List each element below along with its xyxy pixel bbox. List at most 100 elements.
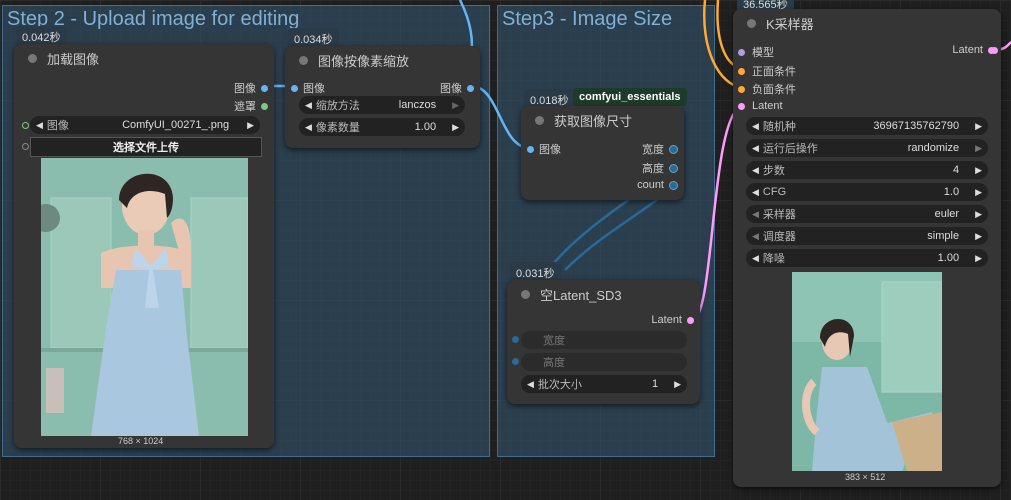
node-collapse-dot[interactable] (521, 289, 530, 299)
upload-file-button[interactable]: 选择文件上传 (30, 137, 262, 157)
height-output-port[interactable] (669, 163, 678, 173)
load-image-output-mask[interactable]: 遮罩 (234, 98, 268, 114)
next-arrow-icon[interactable]: ▶ (975, 143, 982, 154)
prev-arrow-icon[interactable]: ◀ (36, 120, 43, 131)
image-output-port[interactable] (467, 84, 474, 92)
input-positive-label: 正面条件 (752, 66, 796, 78)
positive-input-port[interactable] (738, 67, 745, 75)
pixel-count-widget[interactable]: ◀ 像素数量 1.00 ▶ (299, 118, 465, 136)
prev-arrow-icon[interactable]: ◀ (752, 209, 759, 220)
increment-arrow-icon[interactable]: ▶ (975, 165, 982, 176)
upload-input-port[interactable] (22, 143, 29, 150)
node-collapse-dot[interactable] (28, 53, 37, 63)
scale-method-value: lanczos (398, 99, 437, 111)
latent-input-port[interactable] (738, 102, 745, 110)
prev-arrow-icon[interactable]: ◀ (752, 143, 759, 154)
width-output-port[interactable] (669, 144, 678, 154)
output-mask-label: 遮罩 (234, 101, 256, 113)
model-input-port[interactable] (738, 48, 745, 56)
batch-size-widget[interactable]: ◀ 批次大小 1 ▶ (521, 375, 687, 393)
latent-output-port[interactable] (687, 316, 694, 324)
get-size-input-image[interactable]: 图像 (527, 141, 561, 157)
empty-latent-node[interactable]: 空Latent_SD3 Latent 宽度 高度 ◀ 批次大小 1 ▶ (507, 280, 700, 404)
ksampler-node[interactable]: K采样器 模型 Latent 正面条件 负面条件 Latent ◀ 随机种 36… (733, 9, 1001, 487)
ksampler-output-latent[interactable]: Latent (952, 44, 995, 56)
height-label: 高度 (543, 357, 565, 369)
batch-size-value: 1 (651, 378, 659, 390)
image-select-widget[interactable]: ◀ 图像 ComfyUI_00271_.png ▶ (30, 116, 260, 134)
node-collapse-dot[interactable] (747, 18, 756, 28)
seed-widget[interactable]: ◀ 随机种 36967135762790 ▶ (746, 117, 988, 135)
steps-widget[interactable]: ◀ 步数 4 ▶ (746, 161, 988, 179)
next-arrow-icon[interactable]: ▶ (975, 209, 982, 220)
mask-output-port[interactable] (261, 102, 268, 110)
width-input-port[interactable] (512, 336, 519, 343)
decrement-arrow-icon[interactable]: ◀ (752, 253, 759, 264)
height-input-port[interactable] (512, 358, 519, 365)
empty-latent-output[interactable]: Latent (651, 314, 694, 326)
width-widget[interactable]: 宽度 (521, 331, 687, 349)
steps-label: 步数 (762, 165, 785, 177)
scale-method-widget[interactable]: ◀ 缩放方法 lanczos ▶ (299, 96, 465, 114)
ksampler-input-negative[interactable]: 负面条件 (738, 81, 796, 97)
get-size-output-height[interactable]: 高度 (642, 160, 678, 176)
node-collapse-dot[interactable] (535, 115, 544, 125)
steps-value: 4 (952, 164, 960, 176)
prev-arrow-icon[interactable]: ◀ (305, 100, 312, 111)
scale-image-node[interactable]: 图像按像素缩放 图像 图像 ◀ 缩放方法 lanczos ▶ ◀ 像素数量 1.… (285, 46, 480, 148)
seed-label: 随机种 (762, 121, 796, 133)
increment-arrow-icon[interactable]: ▶ (975, 187, 982, 198)
increment-arrow-icon[interactable]: ▶ (452, 122, 459, 133)
denoise-widget[interactable]: ◀ 降噪 1.00 ▶ (746, 249, 988, 267)
output-size-caption: 383 × 512 (845, 472, 886, 482)
get-size-title: 获取图像尺寸 (554, 113, 633, 129)
decrement-arrow-icon[interactable]: ◀ (752, 187, 759, 198)
image-input-port[interactable] (527, 145, 534, 153)
load-image-output-image[interactable]: 图像 (234, 80, 268, 96)
scale-image-input-image[interactable]: 图像 (291, 80, 325, 96)
cfg-widget[interactable]: ◀ CFG 1.0 ▶ (746, 183, 988, 201)
node-collapse-dot[interactable] (299, 55, 308, 65)
scheduler-widget[interactable]: ◀ 调度器 simple ▶ (746, 227, 988, 245)
ksampler-input-latent[interactable]: Latent (738, 100, 783, 112)
latent-output-port[interactable] (991, 47, 998, 54)
next-arrow-icon[interactable]: ▶ (247, 120, 254, 131)
get-image-size-node[interactable]: 获取图像尺寸 图像 宽度 高度 count (521, 106, 684, 200)
increment-arrow-icon[interactable]: ▶ (975, 121, 982, 132)
ksampler-input-model[interactable]: 模型 (738, 44, 774, 60)
image-output-port[interactable] (261, 84, 268, 92)
get-size-output-count[interactable]: count (637, 179, 678, 191)
scale-image-output-image[interactable]: 图像 (440, 80, 474, 96)
image-widget-input-port[interactable] (22, 122, 29, 129)
sampler-value: euler (934, 208, 960, 220)
height-widget[interactable]: 高度 (521, 353, 687, 371)
denoise-value: 1.00 (937, 252, 960, 264)
decrement-arrow-icon[interactable]: ◀ (527, 379, 534, 390)
increment-arrow-icon[interactable]: ▶ (975, 253, 982, 264)
input-image-label: 图像 (539, 144, 561, 156)
image-widget-value: ComfyUI_00271_.png (122, 119, 230, 131)
count-output-port[interactable] (669, 180, 678, 190)
width-label: 宽度 (543, 335, 565, 347)
decrement-arrow-icon[interactable]: ◀ (305, 122, 312, 133)
sampler-widget[interactable]: ◀ 采样器 euler ▶ (746, 205, 988, 223)
increment-arrow-icon[interactable]: ▶ (674, 379, 681, 390)
load-image-node[interactable]: 加载图像 图像 遮罩 ◀ 图像 ComfyUI_00271_.png ▶ 选择文… (14, 44, 274, 448)
decrement-arrow-icon[interactable]: ◀ (752, 165, 759, 176)
negative-input-port[interactable] (738, 85, 745, 93)
get-size-output-width[interactable]: 宽度 (642, 141, 678, 157)
next-arrow-icon[interactable]: ▶ (452, 100, 459, 111)
output-count-label: count (637, 179, 664, 191)
prev-arrow-icon[interactable]: ◀ (752, 231, 759, 242)
image-input-port[interactable] (291, 84, 298, 92)
empty-latent-title: 空Latent_SD3 (540, 287, 622, 303)
ksampler-input-positive[interactable]: 正面条件 (738, 63, 796, 79)
input-negative-label: 负面条件 (752, 84, 796, 96)
control-after-generate-widget[interactable]: ◀ 运行后操作 randomize ▶ (746, 139, 988, 157)
output-preview-image (792, 272, 942, 471)
scale-image-title: 图像按像素缩放 (318, 53, 410, 69)
next-arrow-icon[interactable]: ▶ (975, 231, 982, 242)
load-image-title: 加载图像 (47, 51, 100, 67)
input-image-label: 图像 (303, 83, 325, 95)
decrement-arrow-icon[interactable]: ◀ (752, 121, 759, 132)
